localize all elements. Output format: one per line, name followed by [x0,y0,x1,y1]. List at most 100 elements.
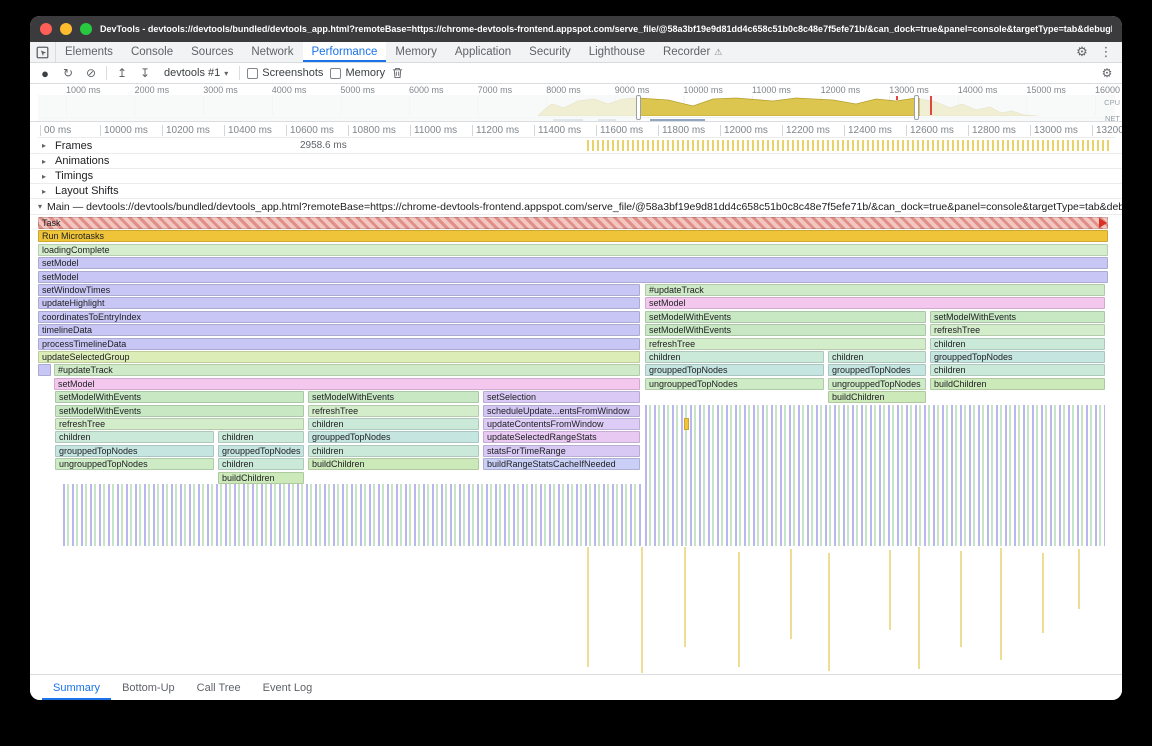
tab-elements[interactable]: Elements [56,42,122,62]
tab-application[interactable]: Application [446,42,520,62]
flame-bar-setmodel[interactable]: setModel [54,378,640,390]
flame-bar-setmodelwithevents[interactable]: setModelWithEvents [930,311,1105,323]
flame-bar-setmodel[interactable]: setModel [38,257,1108,269]
flame-bar-setmodel[interactable]: setModel [38,271,1108,283]
flame-bar-buildchildren[interactable]: buildChildren [308,458,479,470]
main-track-header[interactable]: ▾ Main — devtools://devtools/bundled/dev… [30,199,1122,215]
tab-label: Elements [65,46,113,58]
flame-bar-setmodelwithevents[interactable]: setModelWithEvents [645,311,926,323]
bottom-tab-summary[interactable]: Summary [42,675,111,700]
flame-bar-setmodelwithevents[interactable]: setModelWithEvents [308,391,479,403]
reload-and-record-button[interactable]: ↻ [60,67,76,79]
flame-bar-task[interactable]: Task [38,217,1108,229]
flame-bar[interactable] [38,364,51,376]
dense-activity-right[interactable] [645,405,1105,546]
flame-bar-setwindowtimes[interactable]: setWindowTimes [38,284,640,296]
expand-triangle-icon[interactable]: ▸ [42,172,50,181]
settings-gear-icon[interactable]: ⚙ [1072,42,1092,62]
flame-bar-setmodelwithevents[interactable]: setModelWithEvents [55,391,304,403]
flame-bar-loadingcomplete[interactable]: loadingComplete [38,244,1108,256]
tab-sources[interactable]: Sources [182,42,242,62]
flame-bar-children[interactable]: children [930,338,1105,350]
flame-bar-updateselectedrangestats[interactable]: updateSelectedRangeStats [483,431,640,443]
flame-bar-grouppedtopnodes[interactable]: grouppedTopNodes [645,364,824,376]
memory-toggle[interactable]: Memory [330,67,385,79]
panel-settings-gear-icon[interactable]: ⚙ [1099,67,1115,79]
garbage-collect-button[interactable] [392,67,408,79]
overview-left-handle[interactable] [636,95,641,120]
flame-bar-refreshtree[interactable]: refreshTree [645,338,926,350]
flame-bar-refreshtree[interactable]: refreshTree [308,405,479,417]
close-window-button[interactable] [40,23,52,35]
record-button[interactable]: ● [37,67,53,80]
expand-triangle-icon[interactable]: ▸ [42,141,50,150]
load-profile-button[interactable]: ↥ [114,67,130,79]
memory-checkbox[interactable] [330,68,341,79]
bottom-tab-call-tree[interactable]: Call Tree [186,675,252,700]
flame-bar-timelinedata[interactable]: timelineData [38,324,640,336]
flame-bar-ungrouppedtopnodes[interactable]: ungrouppedTopNodes [645,378,824,390]
flame-bar-setmodelwithevents[interactable]: setModelWithEvents [645,324,926,336]
flame-bar-updatetrack[interactable]: #updateTrack [645,284,1105,296]
flame-bar-grouppedtopnodes[interactable]: grouppedTopNodes [218,445,304,457]
flame-bar-setmodel[interactable]: setModel [645,297,1105,309]
flame-bar-children[interactable]: children [930,364,1105,376]
flame-bar-grouppedtopnodes[interactable]: grouppedTopNodes [55,445,214,457]
flame-bar-coordinatestoentryindex[interactable]: coordinatesToEntryIndex [38,311,640,323]
screenshots-toggle[interactable]: Screenshots [247,67,323,79]
screenshots-checkbox[interactable] [247,68,258,79]
bottom-tab-bottom-up[interactable]: Bottom-Up [111,675,186,700]
collapse-triangle-icon[interactable]: ▾ [38,202,42,211]
flame-bar-setmodelwithevents[interactable]: setModelWithEvents [55,405,304,417]
tab-performance[interactable]: Performance [303,42,387,62]
flame-bar-children[interactable]: children [218,458,304,470]
inspect-element-button[interactable] [30,42,56,62]
maximize-window-button[interactable] [80,23,92,35]
flame-chart[interactable]: TaskRun MicrotasksloadingCompletesetMode… [30,215,1122,674]
timeline-overview[interactable]: 1000 ms2000 ms3000 ms4000 ms5000 ms6000 … [30,84,1122,122]
flame-bar-updateselectedgroup[interactable]: updateSelectedGroup [38,351,640,363]
flame-bar-grouppedtopnodes[interactable]: grouppedTopNodes [308,431,479,443]
minimize-window-button[interactable] [60,23,72,35]
flame-bar-run-microtasks[interactable]: Run Microtasks [38,230,1108,242]
flame-bar-updatehighlight[interactable]: updateHighlight [38,297,640,309]
flame-bar-grouppedtopnodes[interactable]: grouppedTopNodes [930,351,1105,363]
dense-activity-left[interactable] [63,484,641,546]
microtask-blip[interactable] [684,418,689,430]
flame-bar-children[interactable]: children [308,418,479,430]
flame-bar-buildchildren[interactable]: buildChildren [218,472,304,484]
expand-triangle-icon[interactable]: ▸ [42,187,50,196]
flame-bar-children[interactable]: children [828,351,926,363]
save-profile-button[interactable]: ↧ [137,67,153,79]
tab-recorder[interactable]: Recorder⚠ [654,42,731,62]
overview-right-handle[interactable] [914,95,919,120]
flame-bar-setselection[interactable]: setSelection [483,391,640,403]
clear-button[interactable]: ⊘ [83,67,99,79]
bottom-tab-event-log[interactable]: Event Log [252,675,324,700]
flame-bar-ungrouppedtopnodes[interactable]: ungrouppedTopNodes [828,378,926,390]
expand-triangle-icon[interactable]: ▸ [42,157,50,166]
flame-bar-children[interactable]: children [55,431,214,443]
flame-bar-processtimelinedata[interactable]: processTimelineData [38,338,640,350]
flame-bar-ungrouppedtopnodes[interactable]: ungrouppedTopNodes [55,458,214,470]
tab-memory[interactable]: Memory [386,42,446,62]
tab-console[interactable]: Console [122,42,182,62]
flame-bar-children[interactable]: children [645,351,824,363]
tab-network[interactable]: Network [242,42,302,62]
flame-bar-children[interactable]: children [308,445,479,457]
tab-security[interactable]: Security [520,42,580,62]
flame-bar-buildchildren[interactable]: buildChildren [828,391,926,403]
flame-bar-scheduleupdate-entsfromwindow[interactable]: scheduleUpdate...entsFromWindow [483,405,640,417]
flame-bar-refreshtree[interactable]: refreshTree [930,324,1105,336]
more-options-kebab-icon[interactable]: ⋮ [1096,42,1116,62]
tab-lighthouse[interactable]: Lighthouse [580,42,654,62]
flame-bar-updatecontentsfromwindow[interactable]: updateContentsFromWindow [483,418,640,430]
history-dropdown[interactable]: devtools #1 ▾ [160,67,232,79]
flame-bar-grouppedtopnodes[interactable]: grouppedTopNodes [828,364,926,376]
flame-bar-children[interactable]: children [218,431,304,443]
flame-bar-buildchildren[interactable]: buildChildren [930,378,1105,390]
flame-bar-buildrangestatscacheifneeded[interactable]: buildRangeStatsCacheIfNeeded [483,458,640,470]
flame-bar-updatetrack[interactable]: #updateTrack [54,364,640,376]
flame-bar-statsfortimerange[interactable]: statsForTimeRange [483,445,640,457]
flame-bar-refreshtree[interactable]: refreshTree [55,418,304,430]
